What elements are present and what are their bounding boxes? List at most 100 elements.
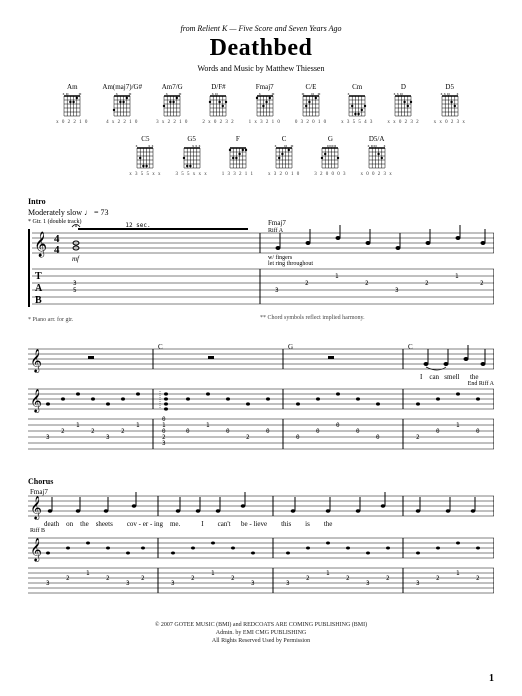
svg-text:2: 2 bbox=[365, 280, 369, 287]
svg-text:x: x bbox=[440, 93, 442, 96]
svg-text:𝄞: 𝄞 bbox=[34, 231, 47, 257]
notation-staff-2: 𝄞 bbox=[28, 345, 494, 453]
dynamic-marking: mf bbox=[72, 255, 79, 263]
svg-text:x: x bbox=[136, 145, 138, 148]
svg-text:x: x bbox=[443, 93, 445, 96]
chord-def-d: Dxxx x 0 2 3 2 bbox=[387, 83, 419, 125]
chord-name: Am7/G bbox=[162, 83, 183, 91]
riff-label: Riff A bbox=[268, 228, 283, 234]
chord-def-d5: D5xxxx x 0 2 3 x bbox=[434, 83, 466, 125]
svg-text:2: 2 bbox=[246, 434, 250, 441]
svg-text:1: 1 bbox=[86, 570, 90, 577]
system-1: Fmaj7 Riff A * Gtr. 1 (double track) 𝄞 bbox=[28, 221, 494, 315]
svg-text:x: x bbox=[394, 93, 396, 96]
chord-grid-icon: xxx bbox=[181, 145, 203, 171]
chord-grid-icon bbox=[300, 93, 322, 119]
svg-text:3: 3 bbox=[46, 434, 50, 441]
svg-text:x: x bbox=[212, 93, 214, 96]
chord-symbol: G bbox=[288, 343, 293, 351]
svg-text:1: 1 bbox=[326, 570, 330, 577]
svg-text:2: 2 bbox=[436, 575, 440, 582]
svg-text:x: x bbox=[63, 93, 65, 96]
header: from Relient K — Five Score and Seven Ye… bbox=[28, 24, 494, 73]
chord-fret-row: x 0 0 2 3 x bbox=[361, 172, 393, 177]
copyright-block: © 2007 GOTEE MUSIC (BMI) and REDCOATS AR… bbox=[28, 622, 494, 645]
chord-def-ce: C/E0 3 2 0 1 0 bbox=[295, 83, 327, 125]
chord-grid-icon: x bbox=[161, 93, 183, 119]
svg-text:A: A bbox=[35, 283, 43, 294]
svg-text:0: 0 bbox=[186, 428, 190, 435]
svg-text:2: 2 bbox=[386, 575, 390, 582]
svg-text:1: 1 bbox=[455, 273, 459, 280]
svg-text:x: x bbox=[116, 93, 118, 96]
intro-section: Intro Moderately slow ♩ = 73 Fmaj7 Riff … bbox=[28, 197, 494, 321]
svg-text:3: 3 bbox=[126, 580, 130, 587]
chord-def-d5a: D5/Axxx 0 0 2 3 x bbox=[361, 135, 393, 177]
svg-text:2: 2 bbox=[231, 575, 235, 582]
svg-text:B: B bbox=[35, 295, 42, 306]
svg-text:3: 3 bbox=[106, 434, 110, 441]
svg-text:x: x bbox=[275, 145, 277, 148]
chord-fret-row: 4 x 2 2 1 0 bbox=[106, 120, 138, 125]
chord-grid-icon: x bbox=[346, 93, 368, 119]
chord-def-ammaj7g: Am(maj7)/G# x 4 x 2 2 1 0 bbox=[102, 83, 142, 125]
chord-grid-icon: x bbox=[273, 145, 295, 171]
svg-text:x: x bbox=[258, 93, 260, 96]
chord-grid-icon: xxx bbox=[134, 145, 156, 171]
chord-name: Cm bbox=[352, 83, 362, 91]
copyright-line-1: © 2007 GOTEE MUSIC (BMI) and REDCOATS AR… bbox=[28, 622, 494, 630]
credits: Words and Music by Matthew Thiessen bbox=[28, 64, 494, 73]
source-line: from Relient K — Five Score and Seven Ye… bbox=[28, 24, 494, 33]
chord-fret-row: 3 2 0 0 0 3 bbox=[314, 172, 346, 177]
chord-symbols-row-3: Fmaj7 bbox=[28, 488, 494, 500]
svg-text:𝄞: 𝄞 bbox=[30, 539, 42, 562]
svg-text:0: 0 bbox=[436, 428, 440, 435]
svg-text:4: 4 bbox=[54, 244, 60, 256]
svg-text:3: 3 bbox=[286, 580, 290, 587]
chord-definitions: Amxx 0 2 2 1 0 Am(maj7)/G# x 4 x 2 2 1 0 Am7… bbox=[51, 83, 471, 177]
svg-text:3: 3 bbox=[275, 287, 279, 294]
chord-name: Am(maj7)/G# bbox=[102, 83, 142, 91]
chord-name: C5 bbox=[141, 135, 149, 143]
svg-text:2: 2 bbox=[480, 280, 484, 287]
chord-def-am: Amxx 0 2 2 1 0 bbox=[56, 83, 88, 125]
gtr-note: * Gtr. 1 (double track) bbox=[28, 219, 81, 225]
song-title: Deathbed bbox=[28, 35, 494, 62]
chord-fret-row: x 3 2 0 1 0 bbox=[268, 172, 300, 177]
svg-text:2: 2 bbox=[121, 428, 125, 435]
svg-text:0: 0 bbox=[356, 428, 360, 435]
svg-text:2: 2 bbox=[346, 575, 350, 582]
svg-text:0: 0 bbox=[226, 428, 230, 435]
chord-def-g: G3 2 0 0 0 3 bbox=[314, 135, 346, 177]
chord-name: Am bbox=[67, 83, 78, 91]
chord-name: Fmaj7 bbox=[256, 83, 274, 91]
svg-text:3: 3 bbox=[416, 580, 420, 587]
chord-grid-icon: xx bbox=[392, 93, 414, 119]
system-3: Fmaj7 𝄞 bbox=[28, 490, 494, 602]
svg-text:x: x bbox=[198, 145, 200, 148]
chord-def-am7g: Am7/Gx3 x 2 2 1 0 bbox=[156, 83, 188, 125]
svg-text:0: 0 bbox=[266, 428, 270, 435]
chord-grid-icon: xxx bbox=[439, 93, 461, 119]
svg-text:2: 2 bbox=[91, 428, 95, 435]
chord-grid-icon: x bbox=[111, 93, 133, 119]
system-2-section: C G C 𝄞 bbox=[28, 345, 494, 455]
chord-symbols-row: Fmaj7 Riff A bbox=[28, 219, 494, 231]
lyrics-pickup: I can smell the bbox=[420, 373, 479, 381]
svg-text:0: 0 bbox=[476, 428, 480, 435]
svg-text:1: 1 bbox=[456, 422, 460, 429]
chord-name: G5 bbox=[187, 135, 196, 143]
chord-fret-row: x 3 5 5 4 3 bbox=[341, 120, 373, 125]
chord-symbol: C bbox=[408, 343, 413, 351]
svg-text:3: 3 bbox=[46, 580, 50, 587]
chord-fret-row: 0 3 2 0 1 0 bbox=[295, 120, 327, 125]
svg-text:1: 1 bbox=[456, 570, 460, 577]
chord-def-fmaj7: Fmaj7x1 x 3 2 1 0 bbox=[249, 83, 281, 125]
svg-text:1: 1 bbox=[76, 422, 80, 429]
footnote-2: ** Chord symbols reflect implied harmony… bbox=[260, 315, 494, 321]
chord-name: D5/A bbox=[369, 135, 385, 143]
notation-staff-1: 𝄞 4 4 12 sec. bbox=[28, 221, 494, 311]
svg-text:2: 2 bbox=[106, 575, 110, 582]
chorus-section: Chorus Fmaj7 𝄞 bbox=[28, 477, 494, 602]
svg-text:2: 2 bbox=[306, 575, 310, 582]
